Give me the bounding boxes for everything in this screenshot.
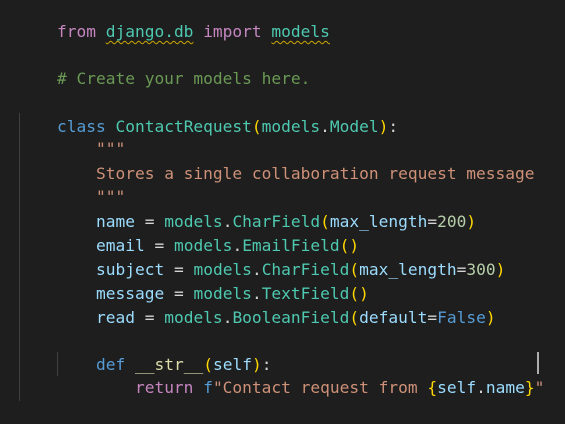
- param-name: max_length: [359, 260, 457, 279]
- class-name: ContactRequest: [115, 117, 252, 136]
- base-module: models: [261, 117, 321, 136]
- param-eq: =: [456, 260, 467, 279]
- keyword-from: from: [56, 22, 96, 41]
- comment: # Create your models here.: [56, 69, 311, 88]
- code-line-11: subject = models.CharField(max_length=30…: [18, 234, 505, 279]
- code-line-15: def __str__(self):: [18, 329, 271, 374]
- paren-close: ): [466, 212, 477, 231]
- code-line-12: message = models.TextField(): [18, 258, 369, 303]
- param-eq: =: [427, 308, 438, 327]
- param-eq: =: [427, 212, 438, 231]
- docstring-text: Stores a single collaboration request me…: [95, 164, 535, 183]
- module-name: django.db: [105, 22, 194, 41]
- field-module: models: [164, 308, 223, 327]
- code-line-9: name = models.CharField(max_length=200): [18, 186, 476, 231]
- attr-name: name: [485, 378, 525, 397]
- code-line-5: class ContactRequest(models.Model):: [18, 91, 398, 136]
- param-name: default: [359, 308, 428, 327]
- param-value: False: [437, 308, 486, 327]
- string-literal: "Contact request from: [212, 378, 428, 397]
- dot: .: [476, 378, 486, 397]
- code-line-1: from django.db import models: [18, 0, 330, 41]
- paren-open: (: [251, 117, 262, 136]
- dot: .: [320, 117, 330, 136]
- paren-close: ): [485, 308, 496, 327]
- colon: :: [388, 117, 399, 136]
- code-line-16: return f"Contact request from {self.name…: [18, 352, 544, 397]
- imported-name: models: [271, 22, 330, 41]
- paren-close: ): [378, 117, 389, 136]
- code-editor[interactable]: from django.db import models # Create yo…: [0, 0, 565, 401]
- dot: .: [222, 308, 233, 327]
- string-close: ": [534, 378, 545, 397]
- brace-close: }: [524, 378, 535, 397]
- text-cursor: [537, 352, 539, 374]
- field-class: BooleanField: [232, 308, 350, 327]
- keyword-import: import: [203, 22, 262, 41]
- param-value: 300: [466, 260, 496, 279]
- self-ref: self: [437, 378, 477, 397]
- code-line-13: read = models.BooleanField(default=False…: [18, 282, 496, 327]
- assign-op: =: [134, 308, 165, 327]
- code-line-8: """: [18, 161, 125, 206]
- brace-open: {: [427, 378, 438, 397]
- code-line-7: Stores a single collaboration request me…: [18, 138, 535, 183]
- keyword-return: return: [134, 378, 194, 397]
- paren-open: (: [349, 308, 360, 327]
- param-value: 200: [437, 212, 467, 231]
- code-line-3: # Create your models here.: [18, 43, 310, 88]
- paren-close: ): [495, 260, 506, 279]
- base-class: Model: [329, 117, 379, 136]
- code-line-10: email = models.EmailField(): [18, 210, 359, 255]
- code-line-6: """: [18, 113, 125, 158]
- field-name: read: [95, 308, 135, 327]
- fstring-prefix: f: [203, 378, 213, 397]
